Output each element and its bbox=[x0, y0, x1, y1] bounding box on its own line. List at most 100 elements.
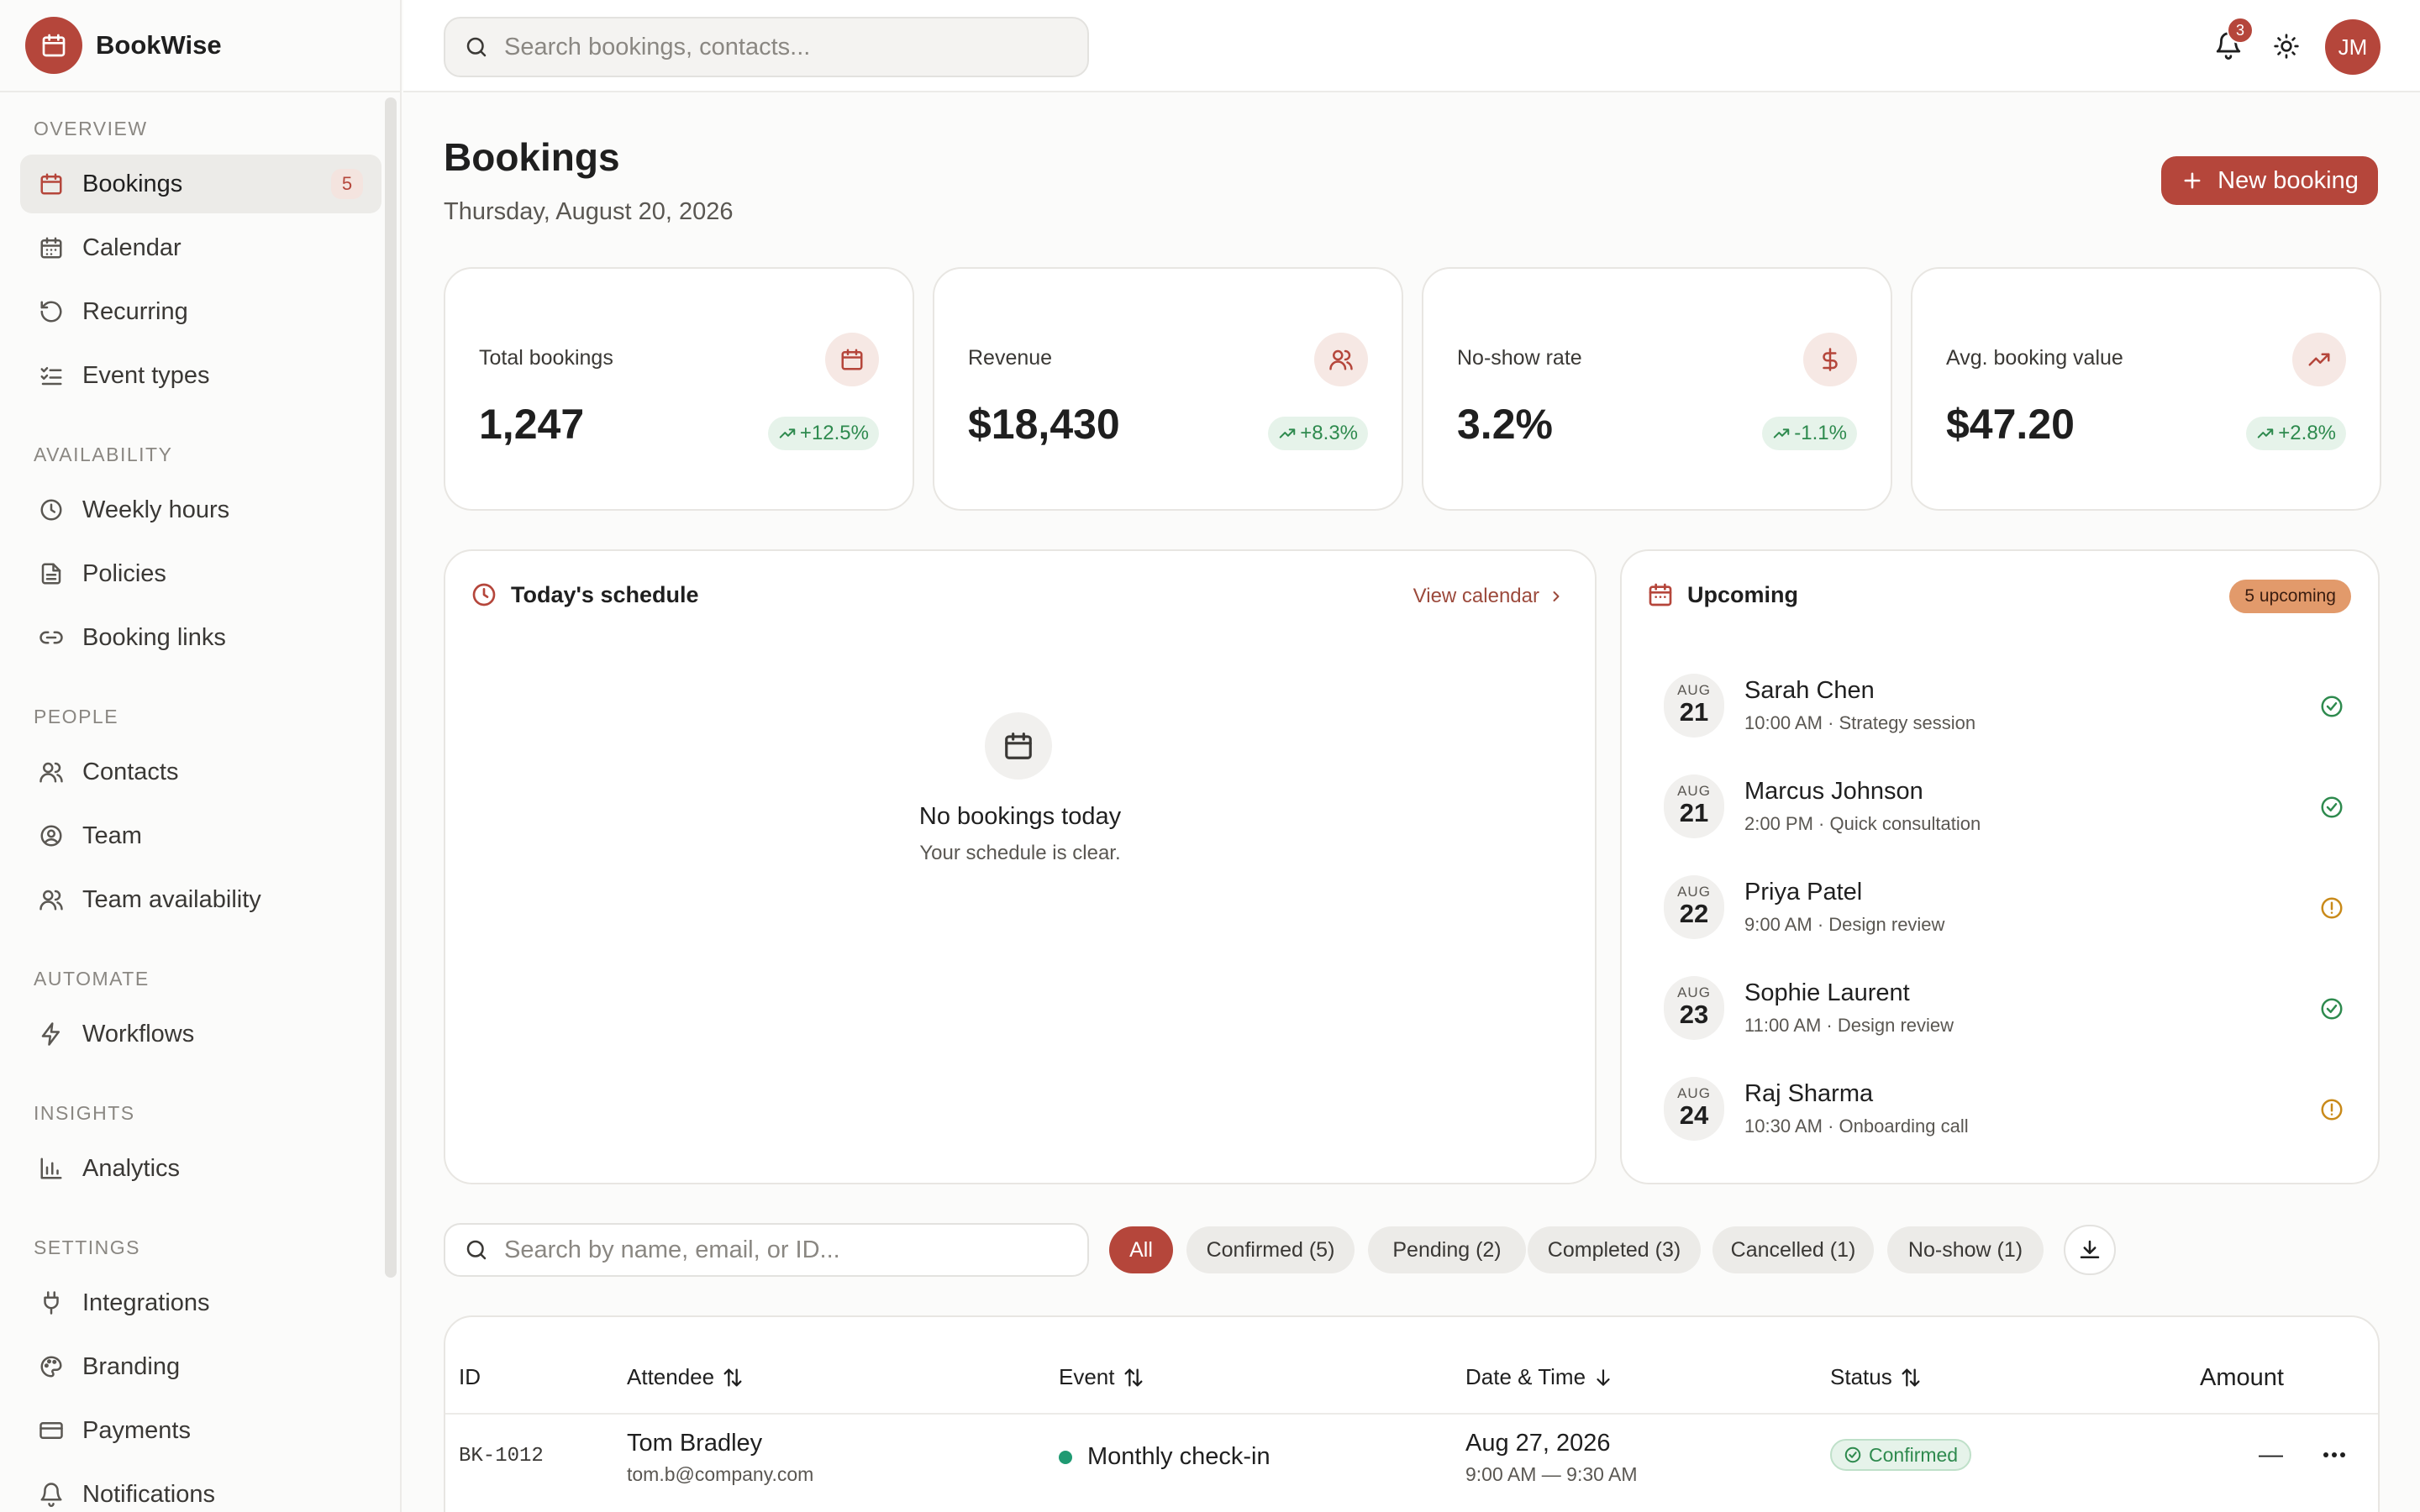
calendar-icon bbox=[825, 333, 879, 386]
users-icon bbox=[37, 758, 66, 786]
date-chip: AUG 24 bbox=[1664, 1077, 1724, 1141]
stat-card-revenue: Revenue $18,430 +8.3% bbox=[933, 267, 1403, 511]
upcoming-item[interactable]: AUG 24 Raj Sharma 10:30 AM · Onboarding c… bbox=[1664, 1072, 2344, 1142]
sidebar-item-weekly-hours[interactable]: Weekly hours bbox=[20, 480, 381, 539]
sidebar-item-policies[interactable]: Policies bbox=[20, 544, 381, 603]
section-label-people: PEOPLE bbox=[34, 706, 119, 727]
sidebar-item-team[interactable]: Team bbox=[20, 806, 381, 865]
day: 22 bbox=[1679, 899, 1709, 928]
sidebar-item-label: Payments bbox=[82, 1416, 191, 1444]
bookings-table: ID Attendee Event Date & Time Status Amo… bbox=[444, 1315, 2380, 1512]
column-header-date-time[interactable]: Date & Time bbox=[1465, 1364, 1614, 1390]
trend-badge: +2.8% bbox=[2246, 417, 2346, 450]
alert-circle-icon bbox=[2319, 895, 2344, 921]
trending-up-icon bbox=[1278, 424, 1300, 443]
day: 23 bbox=[1679, 1000, 1709, 1029]
filter-chip-confirmed[interactable]: Confirmed (5) bbox=[1186, 1226, 1355, 1273]
sidebar-item-team-availability[interactable]: Team availability bbox=[20, 870, 381, 929]
filter-chip-completed[interactable]: Completed (3) bbox=[1528, 1226, 1701, 1273]
sun-icon bbox=[2273, 33, 2300, 60]
stat-value: 1,247 bbox=[479, 401, 585, 448]
sidebar-scrollbar[interactable] bbox=[385, 97, 397, 1278]
sidebar-item-workflows[interactable]: Workflows bbox=[20, 1005, 381, 1063]
sidebar-nav: OVERVIEW Bookings 5 Calendar Recurring E… bbox=[0, 94, 400, 1512]
column-header-status[interactable]: Status bbox=[1830, 1364, 1923, 1390]
upcoming-item[interactable]: AUG 21 Marcus Johnson 2:00 PM · Quick con… bbox=[1664, 769, 2344, 840]
export-button[interactable] bbox=[2064, 1225, 2116, 1275]
users-icon bbox=[37, 885, 66, 914]
filter-chip-cancelled[interactable]: Cancelled (1) bbox=[1712, 1226, 1874, 1273]
stat-card-avg-booking-value: Avg. booking value $47.20 +2.8% bbox=[1911, 267, 2381, 511]
user-circle-icon bbox=[37, 822, 66, 850]
sidebar-item-recurring[interactable]: Recurring bbox=[20, 282, 381, 341]
brand[interactable]: BookWise bbox=[0, 0, 400, 92]
date-chip: AUG 22 bbox=[1664, 875, 1724, 939]
stat-card-total-bookings: Total bookings 1,247 +12.5% bbox=[444, 267, 914, 511]
column-header-amount: Amount bbox=[2200, 1364, 2284, 1392]
sidebar-item-branding[interactable]: Branding bbox=[20, 1337, 381, 1396]
booking-meta: 9:00 AM · Design review bbox=[1744, 914, 1945, 935]
sidebar-item-booking-links[interactable]: Booking links bbox=[20, 608, 381, 667]
sidebar-item-label: Branding bbox=[82, 1352, 181, 1380]
column-header-attendee[interactable]: Attendee bbox=[627, 1364, 744, 1390]
search-icon bbox=[464, 1237, 489, 1263]
sidebar-item-label: Policies bbox=[82, 559, 166, 587]
plug-icon bbox=[37, 1289, 66, 1317]
sidebar-item-notifications[interactable]: Notifications bbox=[20, 1465, 381, 1512]
section-label-automate: AUTOMATE bbox=[34, 968, 150, 990]
page-date: Thursday, August 20, 2026 bbox=[444, 198, 734, 225]
app-name: BookWise bbox=[96, 30, 222, 60]
bookings-search[interactable] bbox=[444, 1223, 1089, 1277]
sidebar-item-integrations[interactable]: Integrations bbox=[20, 1273, 381, 1332]
calendar-icon bbox=[1647, 581, 1674, 608]
count-badge: 5 bbox=[331, 169, 363, 199]
attendee-email: tom.b@company.com bbox=[627, 1463, 814, 1485]
booking-id: BK-1012 bbox=[459, 1445, 544, 1467]
panel-header: Today's schedule bbox=[471, 581, 699, 608]
sidebar-item-payments[interactable]: Payments bbox=[20, 1401, 381, 1460]
day: 24 bbox=[1679, 1100, 1709, 1130]
day: 21 bbox=[1679, 697, 1709, 727]
calendar-grid-icon bbox=[37, 234, 66, 262]
view-calendar-link[interactable]: View calendar bbox=[1413, 585, 1565, 608]
column-header-event[interactable]: Event bbox=[1059, 1364, 1145, 1390]
clock-icon bbox=[37, 496, 66, 524]
booking-amount: — bbox=[2259, 1441, 2283, 1468]
upcoming-item[interactable]: AUG 23 Sophie Laurent 11:00 AM · Design r… bbox=[1664, 971, 2344, 1042]
more-actions-button[interactable] bbox=[2317, 1445, 2351, 1465]
stat-value: 3.2% bbox=[1457, 401, 1553, 448]
bolt-icon bbox=[37, 1020, 66, 1048]
sidebar-item-contacts[interactable]: Contacts bbox=[20, 743, 381, 801]
avatar[interactable]: JM bbox=[2325, 19, 2381, 75]
search-input[interactable] bbox=[504, 33, 1025, 61]
topbar: 3 JM bbox=[403, 0, 2420, 92]
filter-chip-pending[interactable]: Pending (2) bbox=[1368, 1226, 1526, 1273]
sidebar-item-event-types[interactable]: Event types bbox=[20, 346, 381, 405]
month: AUG bbox=[1677, 884, 1711, 900]
new-booking-button[interactable]: New booking bbox=[2161, 156, 2378, 205]
sort-icon bbox=[1115, 1366, 1145, 1389]
sidebar-item-label: Integrations bbox=[82, 1289, 210, 1316]
sidebar-item-analytics[interactable]: Analytics bbox=[20, 1139, 381, 1198]
date-chip: AUG 21 bbox=[1664, 674, 1724, 738]
theme-toggle-button[interactable] bbox=[2269, 29, 2304, 64]
sidebar-item-calendar[interactable]: Calendar bbox=[20, 218, 381, 277]
stat-card-no-show-rate: No-show rate 3.2% -1.1% bbox=[1422, 267, 1892, 511]
check-circle-icon bbox=[2319, 795, 2344, 820]
empty-state-subtitle: Your schedule is clear. bbox=[919, 842, 1121, 864]
section-label-overview: OVERVIEW bbox=[34, 118, 148, 139]
booking-meta: 2:00 PM · Quick consultation bbox=[1744, 813, 1981, 834]
upcoming-item[interactable]: AUG 21 Sarah Chen 10:00 AM · Strategy ses… bbox=[1664, 669, 2344, 739]
trending-up-icon bbox=[1772, 424, 1794, 443]
column-label: Event bbox=[1059, 1364, 1115, 1389]
bell-icon bbox=[37, 1480, 66, 1509]
search-input[interactable] bbox=[504, 1236, 1025, 1264]
global-search[interactable] bbox=[444, 17, 1089, 77]
arrow-down-icon bbox=[1586, 1367, 1614, 1389]
upcoming-item[interactable]: AUG 22 Priya Patel 9:00 AM · Design revie… bbox=[1664, 870, 2344, 941]
filter-chip-all[interactable]: All bbox=[1109, 1226, 1173, 1273]
sidebar-item-bookings[interactable]: Bookings 5 bbox=[20, 155, 381, 213]
rotate-icon bbox=[37, 297, 66, 326]
filter-chip-no-show[interactable]: No-show (1) bbox=[1887, 1226, 2044, 1273]
palette-icon bbox=[37, 1352, 66, 1381]
